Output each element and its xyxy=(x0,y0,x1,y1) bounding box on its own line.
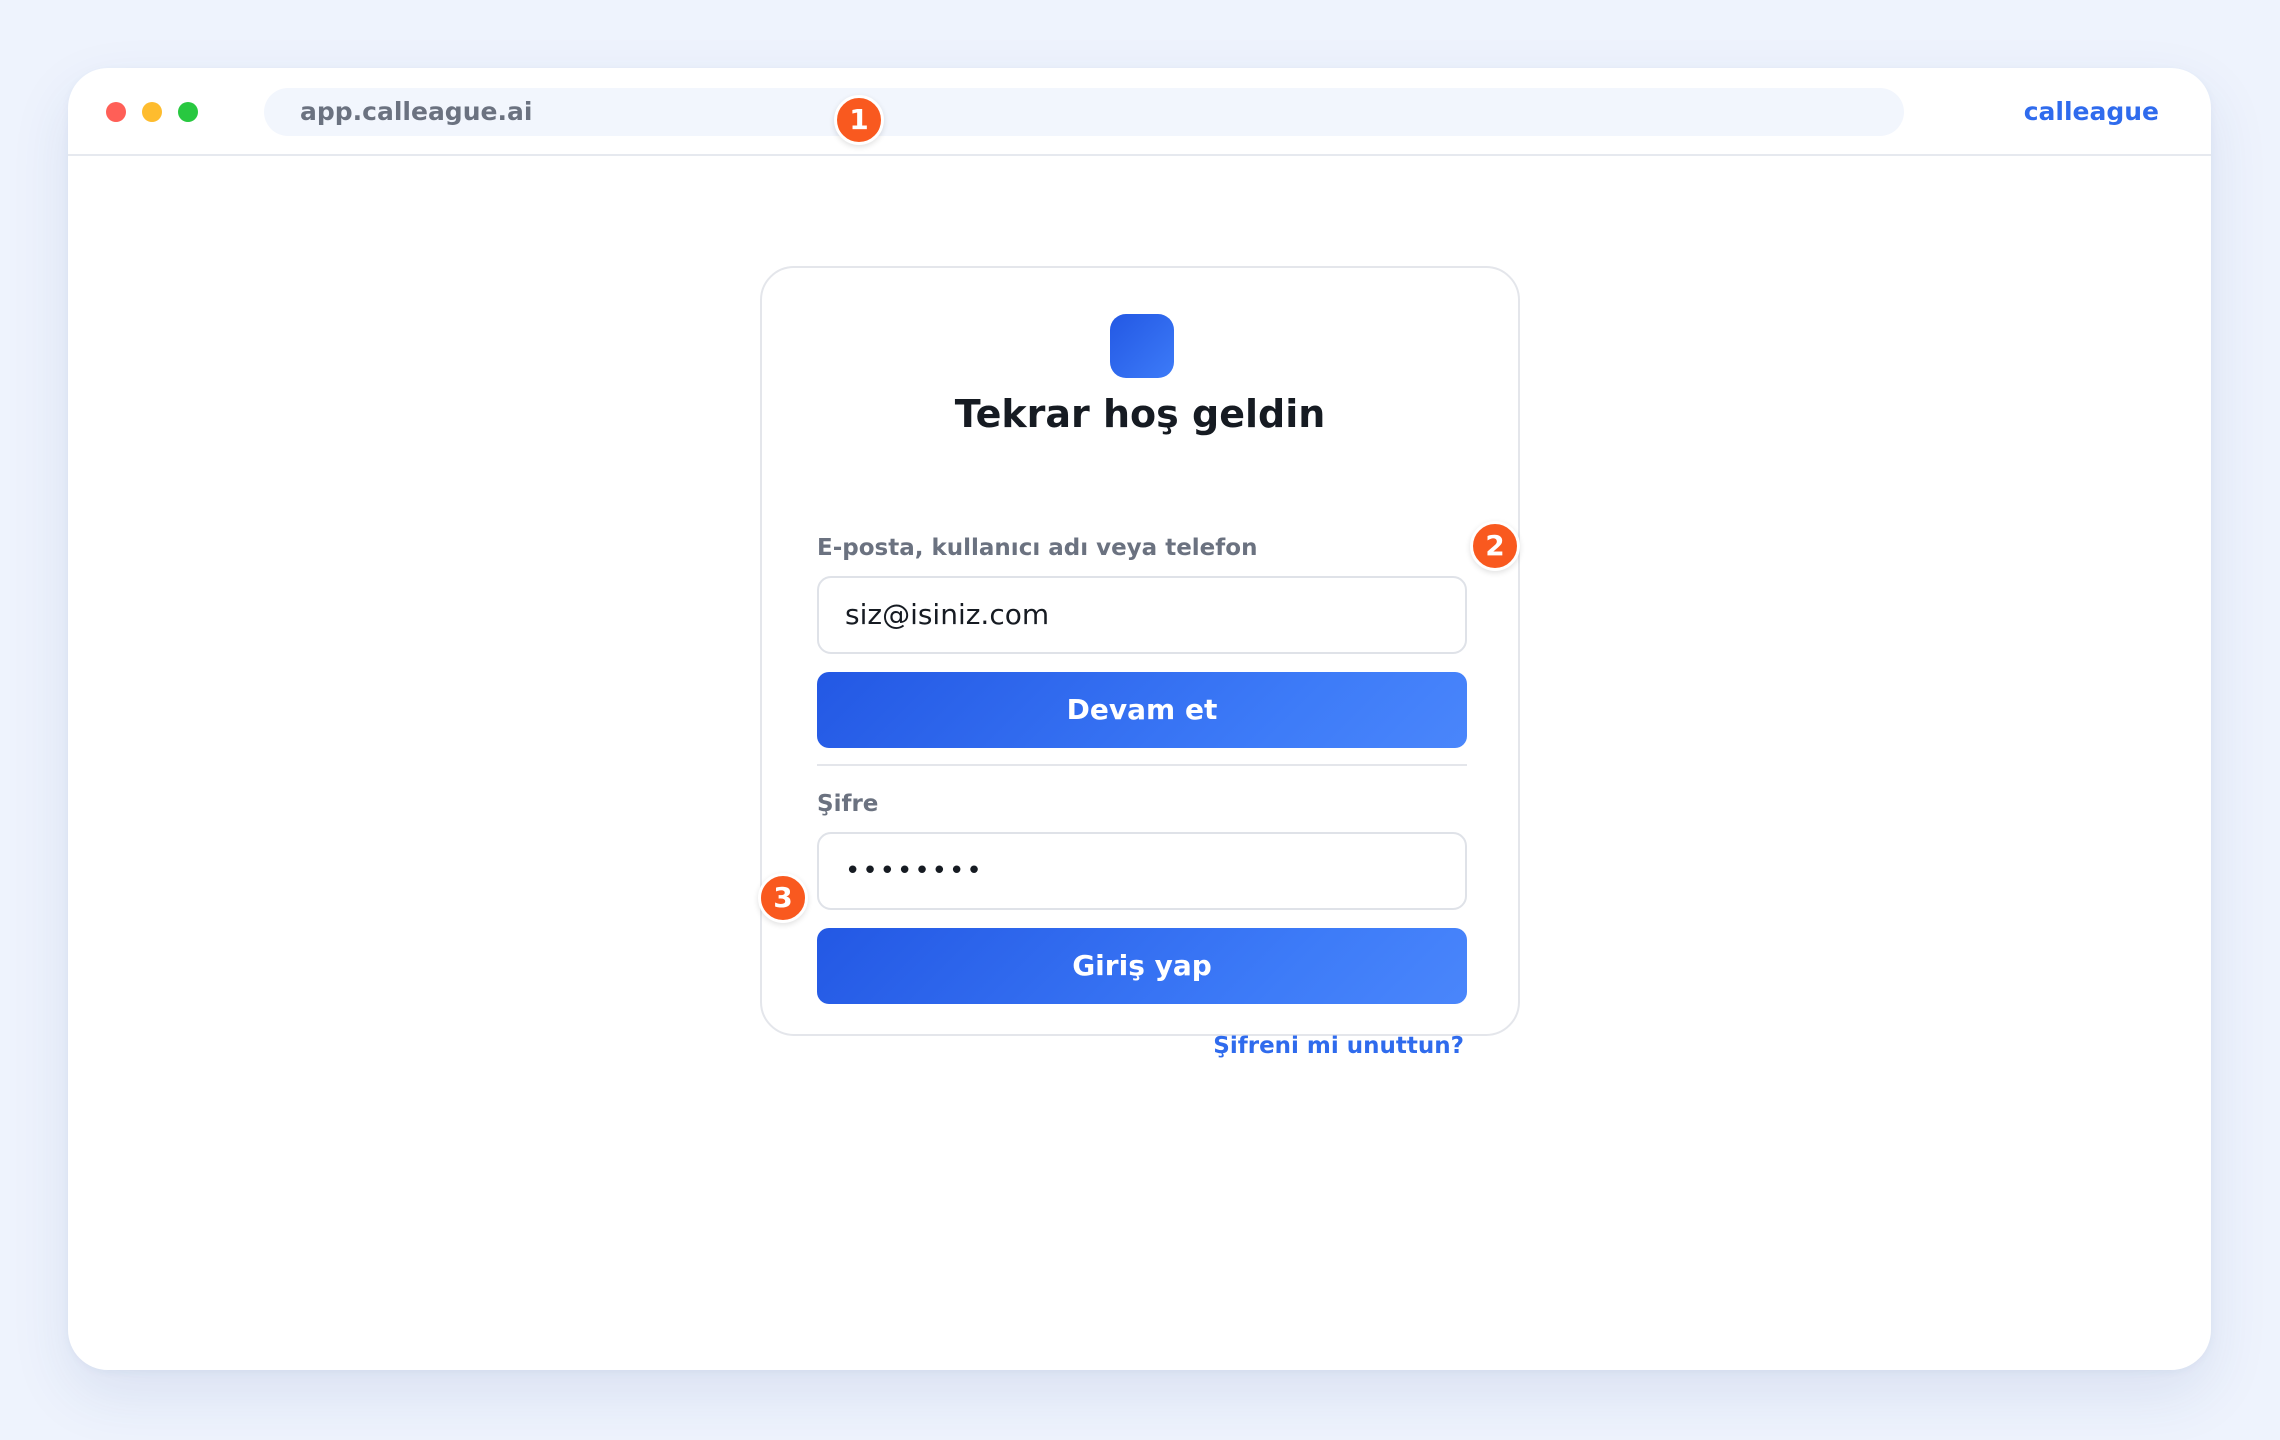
app-logo-icon xyxy=(1110,314,1174,378)
password-field[interactable]: •••••••• xyxy=(817,832,1467,910)
email-label: E-posta, kullanıcı adı veya telefon xyxy=(817,535,1258,561)
divider xyxy=(817,764,1467,766)
page-title: Tekrar hoş geldin xyxy=(954,392,1326,436)
browser-window: app.calleague.ai calleague Tekrar hoş ge… xyxy=(68,68,2211,1370)
maximize-window-icon[interactable] xyxy=(178,102,198,122)
step-badge-2: 2 xyxy=(1470,521,1520,571)
browser-toolbar: app.calleague.ai calleague xyxy=(68,68,2211,156)
minimize-window-icon[interactable] xyxy=(142,102,162,122)
step-badge-1: 1 xyxy=(834,95,884,145)
forgot-password-link[interactable]: Şifreni mi unuttun? xyxy=(1213,1030,1464,1062)
step-badge-3: 3 xyxy=(758,873,808,923)
password-label: Şifre xyxy=(817,791,879,817)
continue-button[interactable]: Devam et xyxy=(817,672,1467,748)
email-field[interactable]: siz@isiniz.com xyxy=(817,576,1467,654)
address-bar[interactable]: app.calleague.ai xyxy=(264,88,1904,136)
brand-link[interactable]: calleague xyxy=(2024,94,2159,130)
close-window-icon[interactable] xyxy=(106,102,126,122)
login-card: Tekrar hoş geldin E-posta, kullanıcı adı… xyxy=(760,266,1520,1059)
login-button[interactable]: Giriş yap xyxy=(817,928,1467,1004)
